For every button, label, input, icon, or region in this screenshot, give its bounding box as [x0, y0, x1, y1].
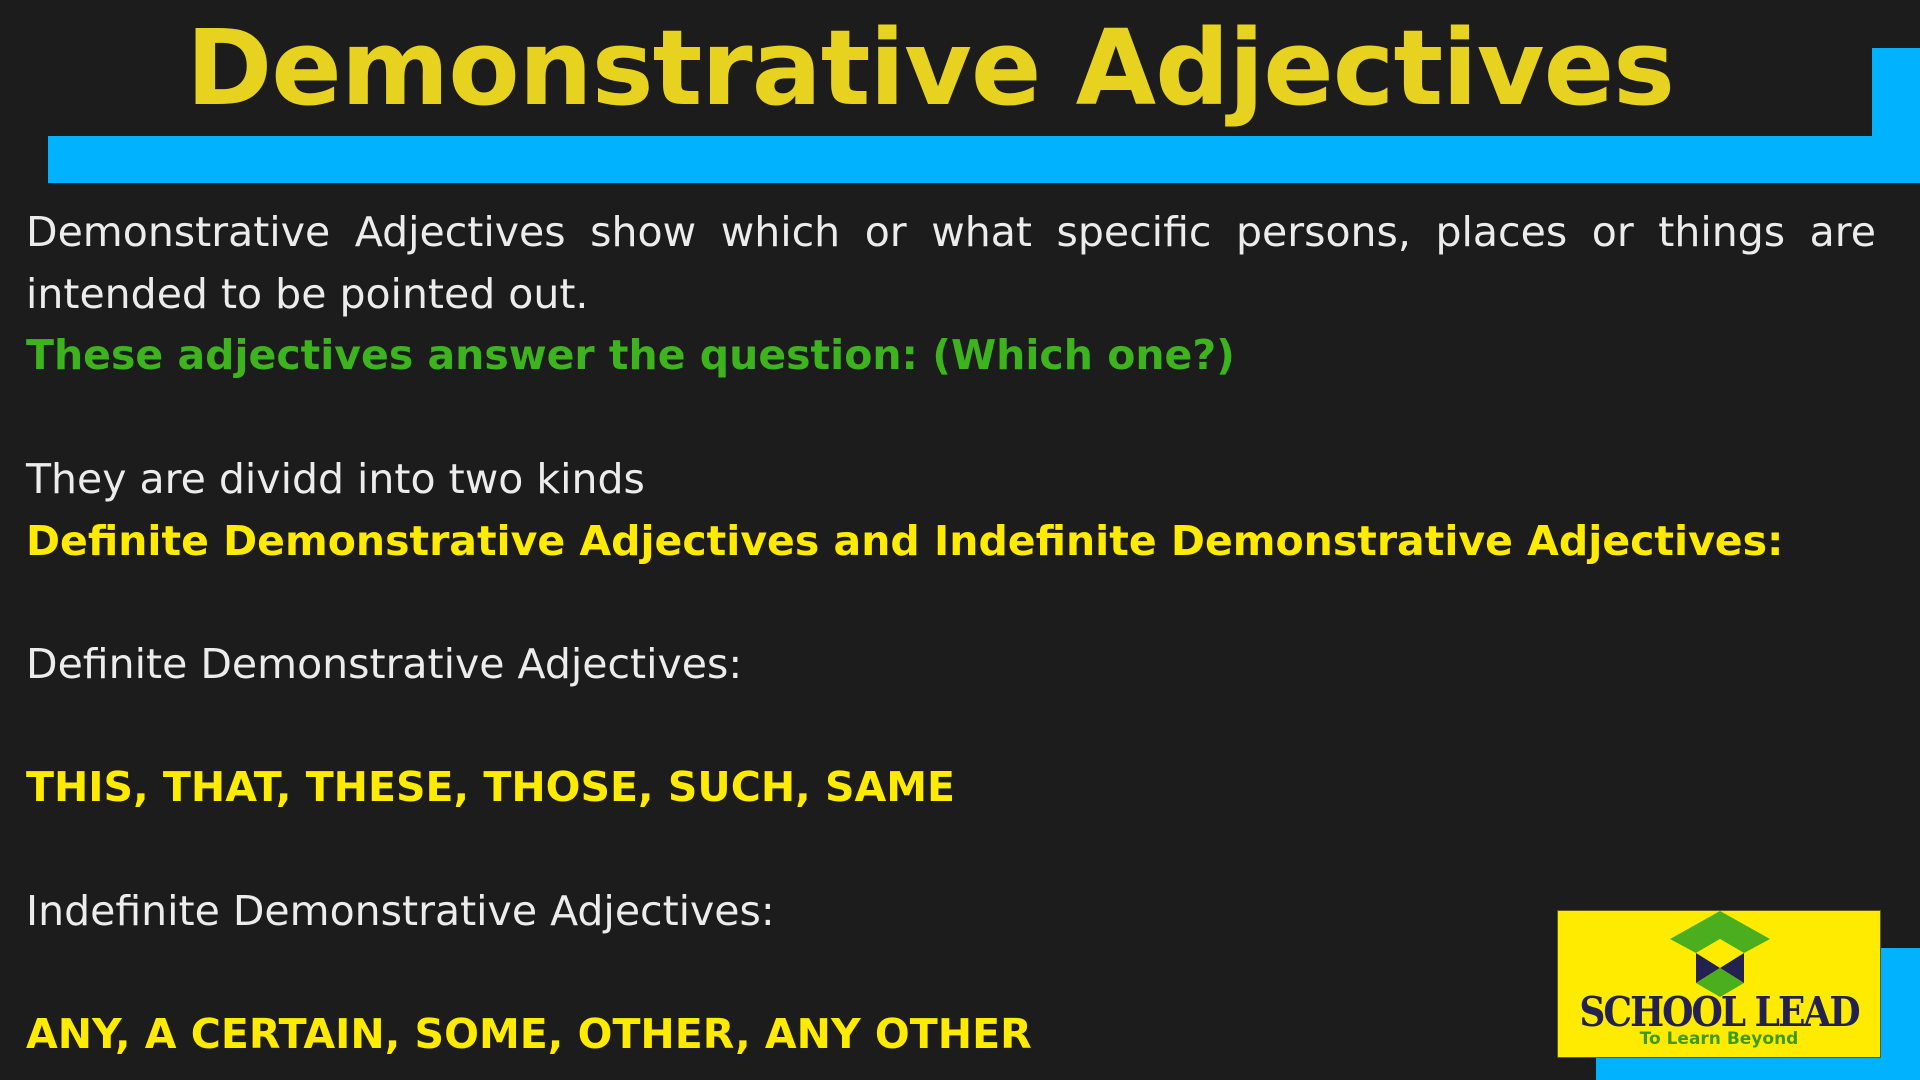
question-note: These adjectives answer the question: (W…: [26, 331, 1235, 380]
graduation-cap-icon: [1670, 911, 1770, 997]
logo-tagline: To Learn Beyond: [1639, 1029, 1799, 1049]
definite-label: Definite Demonstrative Adjectives:: [26, 639, 743, 688]
school-lead-logo: SCHOOL LEAD To Learn Beyond: [1557, 910, 1881, 1058]
accent-bar-vertical: [1872, 48, 1920, 183]
kinds-intro: They are dividd into two kinds: [26, 454, 645, 503]
accent-bar-horizontal: [48, 136, 1920, 183]
kinds-heading: Definite Demonstrative Adjectives and In…: [26, 516, 1784, 565]
slide-title: Demonstrative Adjectives: [185, 7, 1675, 129]
intro-paragraph: Demonstrative Adjectives show which or w…: [26, 208, 1876, 318]
definite-list: THIS, THAT, THESE, THOSE, SUCH, SAME: [26, 763, 956, 812]
